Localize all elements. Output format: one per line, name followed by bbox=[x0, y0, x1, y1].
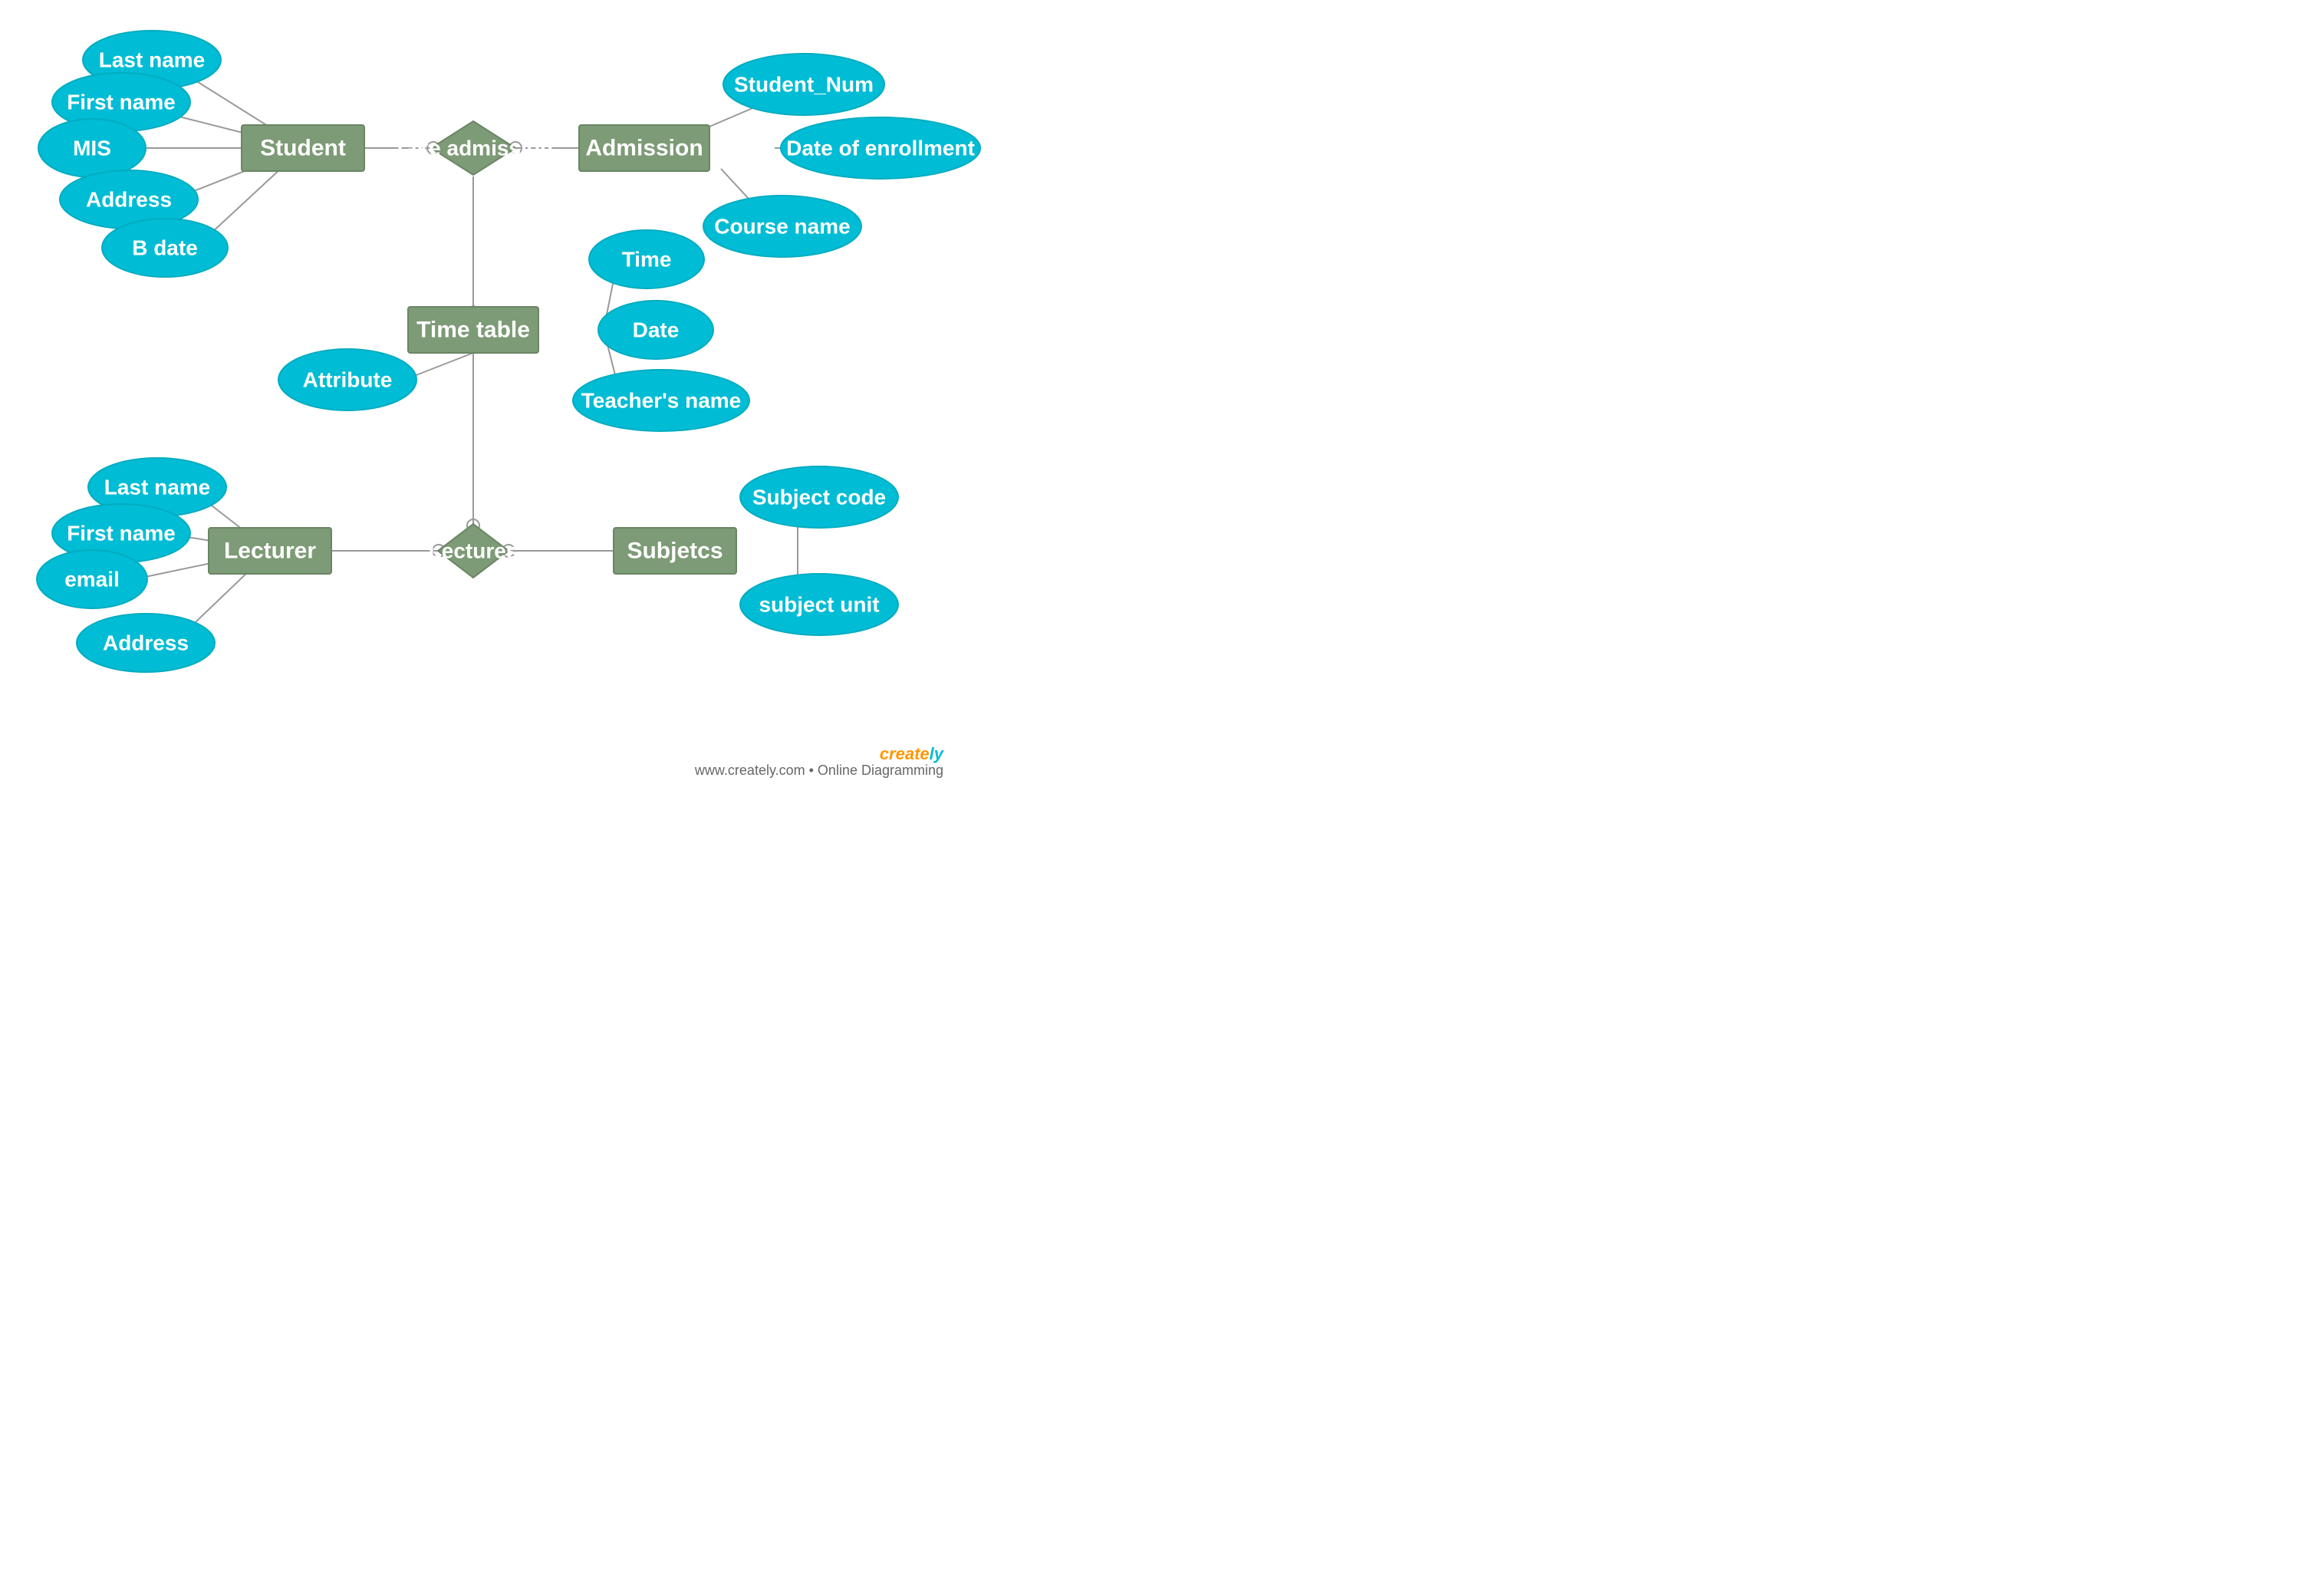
last-name-lecturer-text: Last name bbox=[104, 476, 211, 499]
admission-label: Admission bbox=[585, 136, 703, 161]
student-num-text: Student_Num bbox=[734, 73, 874, 97]
b-date-text: B date bbox=[132, 236, 198, 260]
lecturer-label: Lecturer bbox=[224, 539, 316, 564]
first-name-student-text: First name bbox=[67, 91, 176, 114]
last-name-student-text: Last name bbox=[99, 48, 206, 72]
student-label: Student bbox=[260, 136, 346, 161]
subject-code-text: Subject code bbox=[752, 486, 886, 509]
course-name-text: Course name bbox=[714, 215, 850, 239]
mis-text: MIS bbox=[73, 137, 111, 160]
email-text: email bbox=[64, 568, 120, 591]
date-enrollment-text: Date of enrollment bbox=[786, 137, 975, 160]
address-lecturer-text: Address bbox=[103, 631, 189, 655]
subject-unit-text: subject unit bbox=[759, 593, 879, 617]
first-name-lecturer-text: First name bbox=[67, 522, 176, 545]
attribute-text: Attribute bbox=[303, 368, 393, 392]
teachers-name-text: Teacher's name bbox=[581, 389, 741, 413]
watermark-brand: creately bbox=[880, 744, 945, 763]
watermark-sub: www.creately.com • Online Diagramming bbox=[694, 763, 943, 778]
subjetcs-label: Subjetcs bbox=[627, 539, 723, 564]
address-student-text: Address bbox=[86, 188, 172, 212]
time-text: Time bbox=[622, 248, 672, 272]
lectures-label: Lectures bbox=[429, 539, 518, 563]
take-admission-label: Take admission bbox=[393, 137, 553, 160]
date-text: Date bbox=[633, 318, 680, 342]
timetable-label: Time table bbox=[416, 318, 530, 343]
